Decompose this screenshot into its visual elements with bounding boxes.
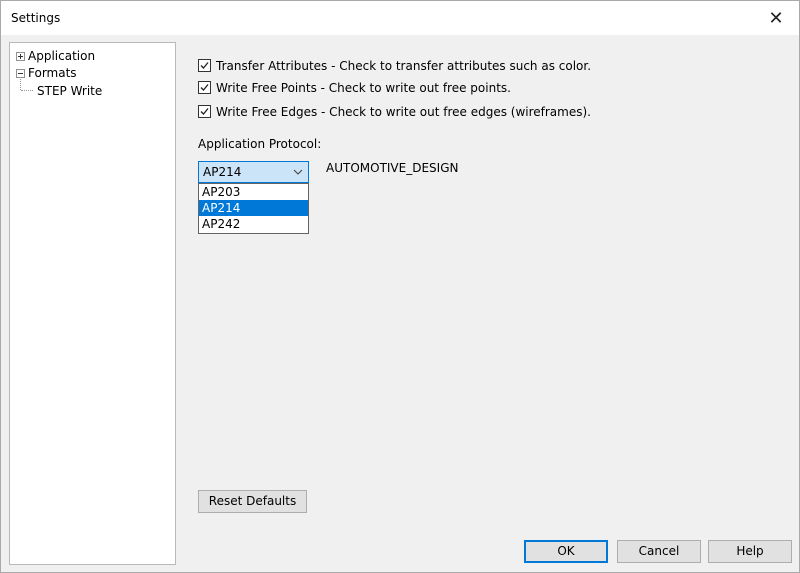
title-bar: Settings ✕ <box>1 1 799 35</box>
chevron-down-icon <box>293 169 303 175</box>
write-free-points-label: Write Free Points - Check to write out f… <box>216 81 511 95</box>
protocol-option-ap214[interactable]: AP214 <box>199 200 308 216</box>
application-protocol-select[interactable]: AP214 <box>198 161 309 183</box>
close-button[interactable]: ✕ <box>753 1 799 35</box>
tree-item-label: Formats <box>28 66 77 80</box>
write-free-points-checkbox[interactable] <box>198 81 211 94</box>
selected-protocol-value: AP214 <box>203 165 242 179</box>
write-free-edges-option[interactable]: Write Free Edges - Check to write out fr… <box>198 104 591 120</box>
write-free-points-option[interactable]: Write Free Points - Check to write out f… <box>198 80 511 96</box>
protocol-option-ap203[interactable]: AP203 <box>199 184 308 200</box>
tree-item-formats[interactable]: Formats <box>16 65 77 81</box>
plus-expander-icon[interactable] <box>16 52 25 61</box>
close-icon: ✕ <box>768 7 784 29</box>
tree-item-label: STEP Write <box>37 84 103 98</box>
transfer-attributes-checkbox[interactable] <box>198 59 211 72</box>
tree-connector <box>21 90 33 91</box>
tree-item-label: Application <box>28 49 96 63</box>
write-free-edges-label: Write Free Edges - Check to write out fr… <box>216 105 591 119</box>
transfer-attributes-label: Transfer Attributes - Check to transfer … <box>216 59 592 73</box>
settings-tree[interactable]: Application Formats STEP Write <box>9 42 176 565</box>
help-button[interactable]: Help <box>708 540 792 563</box>
application-protocol-label: Application Protocol: <box>198 137 322 151</box>
protocol-dropdown-list[interactable]: AP203 AP214 AP242 <box>198 183 309 234</box>
cancel-button[interactable]: Cancel <box>617 540 701 563</box>
check-icon <box>200 108 209 115</box>
tree-item-application[interactable]: Application <box>16 48 95 64</box>
tree-connector <box>20 77 21 90</box>
window-title: Settings <box>11 11 61 25</box>
step-write-panel: Transfer Attributes - Check to transfer … <box>181 35 799 573</box>
check-icon <box>200 84 209 91</box>
tree-item-step-write[interactable]: STEP Write <box>37 83 102 99</box>
protocol-option-ap242[interactable]: AP242 <box>199 216 308 232</box>
ok-button[interactable]: OK <box>524 540 608 563</box>
transfer-attributes-option[interactable]: Transfer Attributes - Check to transfer … <box>198 58 591 74</box>
settings-dialog: Settings ✕ Application Formats STEP Writ… <box>0 0 800 573</box>
reset-defaults-button[interactable]: Reset Defaults <box>198 490 307 513</box>
write-free-edges-checkbox[interactable] <box>198 105 211 118</box>
check-icon <box>200 62 209 69</box>
protocol-description: AUTOMOTIVE_DESIGN <box>326 161 459 175</box>
